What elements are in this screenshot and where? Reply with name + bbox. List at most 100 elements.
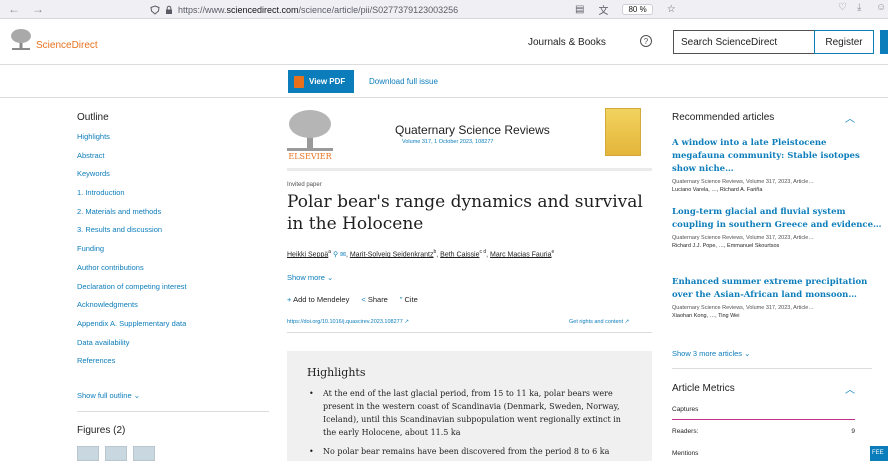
help-icon[interactable]: ? [640, 35, 652, 47]
search-input[interactable]: Search ScienceDirect [674, 37, 823, 48]
view-pdf-button[interactable]: View PDF [288, 70, 354, 93]
address-bar[interactable]: https://www.sciencedirect.com/science/ar… [150, 2, 590, 17]
outline-item[interactable]: Data availability [77, 338, 269, 357]
register-button[interactable]: Register [814, 30, 874, 54]
captures-divider [672, 419, 855, 420]
feedback-button[interactable]: FEE [870, 446, 888, 461]
chevron-up-icon[interactable]: ︿ [845, 381, 855, 396]
recommended-article-authors: Richard J.J. Pope, …, Emmanuel Skourtsos [672, 243, 780, 249]
outline-item[interactable]: Highlights [77, 132, 269, 151]
highlight-item: No polar bear remains have been discover… [307, 445, 632, 458]
journals-books-link[interactable]: Journals & Books [528, 37, 606, 48]
outline-item[interactable]: 2. Materials and methods [77, 207, 269, 226]
reader-view-icon[interactable]: ▤ [575, 4, 584, 15]
external-link-icon: ↗ [624, 319, 630, 325]
figure-thumbnail[interactable] [105, 446, 127, 461]
bookmark-star-icon[interactable]: ☆ [667, 4, 676, 15]
outline-item[interactable]: 3. Results and discussion [77, 225, 269, 244]
divider [672, 368, 872, 369]
quote-icon: ” [399, 295, 403, 304]
author-link[interactable]: Beth Caissie [440, 251, 479, 258]
share-icon: < [361, 295, 366, 304]
highlights-box: Highlights At the end of the last glacia… [287, 351, 652, 461]
plus-icon: + [287, 295, 292, 304]
lock-icon [166, 5, 172, 14]
figure-thumbnail[interactable] [77, 446, 99, 461]
chevron-up-icon[interactable]: ︿ [845, 110, 855, 125]
outline-item[interactable]: Acknowledgments [77, 300, 269, 319]
external-link-icon: ↗ [404, 319, 409, 325]
cite-button[interactable]: ” Cite [400, 295, 418, 304]
recommended-title: Recommended articles [672, 112, 775, 123]
rights-link[interactable]: Get rights and content ↗ [569, 319, 629, 325]
recommended-article-meta: Quaternary Science Reviews, Volume 317, … [672, 305, 814, 311]
sciencedirect-brand[interactable]: ScienceDirect [36, 40, 98, 51]
author-link[interactable]: Marit-Solveig Seidenkrantz [350, 251, 434, 258]
affiliation-sup: c d [479, 249, 487, 255]
show-more-articles-link[interactable]: Show 3 more articles ⌄ [672, 349, 750, 358]
divider [287, 332, 652, 333]
site-header: ScienceDirect Journals & Books ? Search … [0, 19, 888, 65]
recommended-article: A window into a late Pleistocene megafau… [672, 137, 882, 193]
chevron-down-icon: ⌄ [744, 349, 751, 358]
divider [77, 411, 269, 412]
outline-item[interactable]: 1. Introduction [77, 188, 269, 207]
journal-cover-image[interactable] [605, 108, 641, 156]
highlight-item: At the end of the last glacial period, f… [307, 387, 632, 439]
recommended-article-title[interactable]: A window into a late Pleistocene megafau… [672, 137, 882, 176]
outline-item[interactable]: Keywords [77, 169, 269, 188]
translate-icon[interactable]: 文 [598, 2, 608, 17]
journal-title[interactable]: Quaternary Science Reviews [395, 123, 550, 137]
add-to-mendeley-button[interactable]: + Add to Mendeley [287, 295, 349, 304]
affiliation-sup: a [328, 249, 332, 255]
outline-item[interactable]: Declaration of competing interest [77, 282, 269, 301]
volume-link[interactable]: Volume 317 [402, 139, 431, 145]
author-link[interactable]: Heikki Seppä [287, 251, 328, 258]
account-icon[interactable]: ☺ [876, 2, 886, 13]
email-icon[interactable]: ✉ [340, 251, 346, 258]
download-full-issue-link[interactable]: Download full issue [369, 77, 438, 86]
author-link[interactable]: Marc Macias Fauria [490, 251, 551, 258]
captures-label: Captures [672, 406, 699, 413]
figures-heading[interactable]: Figures (2) [77, 425, 125, 436]
outline-item[interactable]: Author contributions [77, 263, 269, 282]
cite-label: Cite [404, 295, 418, 304]
url-prefix: https://www. [178, 4, 227, 15]
show-full-outline-link[interactable]: Show full outline ⌄ [77, 391, 140, 400]
elsevier-tree-logo[interactable] [10, 28, 32, 50]
figure-thumbnail[interactable] [133, 446, 155, 461]
highlights-title: Highlights [307, 366, 366, 379]
outline-item[interactable]: Abstract [77, 151, 269, 170]
show-more-articles-label: Show 3 more articles [672, 349, 743, 358]
doi-link[interactable]: https://doi.org/10.1016/j.quascirev.2023… [287, 319, 409, 325]
recommended-article-title[interactable]: Long-term glacial and fluvial system cou… [672, 206, 882, 232]
url-domain: sciencedirect.com [226, 4, 299, 15]
zoom-level[interactable]: 80 % [622, 4, 653, 15]
elsevier-logo[interactable]: ELSEVIER [287, 108, 333, 160]
url-path: /science/article/pii/S0277379123003256 [298, 4, 459, 15]
pocket-icon[interactable]: ♡ [838, 2, 847, 13]
affiliation-sup: b [433, 249, 437, 255]
article-toolbar: View PDF Download full issue [0, 65, 888, 98]
download-icon[interactable]: ⤓ [857, 2, 861, 13]
outline-item[interactable]: References [77, 356, 269, 375]
show-more-link[interactable]: Show more ⌄ [287, 273, 333, 282]
forward-icon[interactable]: → [32, 2, 44, 16]
pdf-icon [294, 75, 304, 88]
recommended-article: Enhanced summer extreme precipitation ov… [672, 276, 882, 319]
back-icon[interactable]: ← [8, 2, 20, 16]
browser-toolbar: ← → https://www.sciencedirect.com/scienc… [0, 0, 888, 19]
view-pdf-label: View PDF [309, 77, 346, 86]
outline-item[interactable]: Funding [77, 244, 269, 263]
article-type: Invited paper [287, 182, 322, 188]
share-button[interactable]: < Share [361, 295, 388, 304]
volume-date: , 1 October 2023, 108277 [431, 139, 494, 145]
outline-title: Outline [77, 112, 109, 123]
chevron-down-icon: ⌄ [133, 391, 141, 400]
share-label: Share [367, 295, 388, 304]
sign-in-button[interactable] [880, 30, 888, 54]
outline-item[interactable]: Appendix A. Supplementary data [77, 319, 269, 338]
article-title: Polar bear's range dynamics and survival… [287, 192, 643, 234]
recommended-article-title[interactable]: Enhanced summer extreme precipitation ov… [672, 276, 882, 302]
person-icon: ⚲ [332, 251, 339, 259]
